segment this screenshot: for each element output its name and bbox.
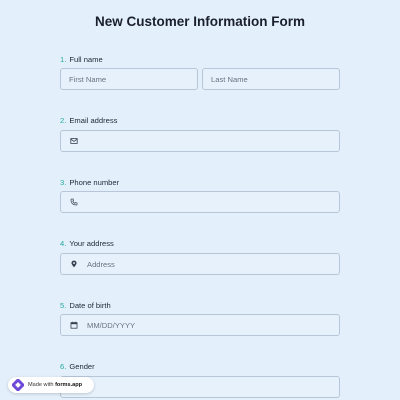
question-number: 1. — [60, 55, 67, 64]
question-label: Gender — [69, 362, 95, 371]
question-label: Date of birth — [69, 301, 111, 310]
dob-input[interactable]: MM/DD/YYYY — [60, 314, 340, 336]
envelope-icon — [69, 136, 79, 146]
calendar-icon — [69, 320, 79, 330]
badge-text: Made with forms.app — [28, 382, 82, 388]
question-full-name: 1. Full name — [60, 55, 103, 64]
gender-select[interactable] — [60, 376, 340, 398]
question-number: 2. — [60, 116, 67, 125]
address-placeholder: Address — [87, 259, 115, 269]
question-label: Email address — [69, 116, 118, 125]
phone-input[interactable] — [60, 191, 340, 213]
question-address: 4. Your address — [60, 239, 114, 248]
dob-placeholder: MM/DD/YYYY — [87, 320, 136, 330]
first-name-input[interactable]: First Name — [60, 68, 198, 90]
form-title: New Customer Information Form — [94, 14, 305, 29]
last-name-input[interactable]: Last Name — [202, 68, 340, 90]
question-number: 6. — [60, 362, 67, 371]
location-pin-icon — [69, 259, 79, 269]
badge-prefix: Made with — [28, 382, 54, 388]
question-number: 4. — [60, 239, 67, 248]
question-phone: 3. Phone number — [60, 178, 119, 187]
last-name-placeholder: Last Name — [211, 74, 248, 84]
badge-brand: forms.app — [55, 382, 83, 388]
question-label: Phone number — [69, 178, 120, 187]
question-email: 2. Email address — [60, 116, 117, 125]
phone-icon — [69, 197, 79, 207]
question-label: Full name — [69, 55, 103, 64]
question-number: 3. — [60, 178, 67, 187]
made-with-badge[interactable]: Made with forms.app — [8, 377, 94, 393]
question-number: 5. — [60, 301, 67, 310]
question-gender: 6. Gender — [60, 362, 95, 371]
forms-app-logo-icon — [12, 379, 24, 391]
address-input[interactable]: Address — [60, 253, 340, 275]
question-label: Your address — [69, 239, 114, 248]
email-input[interactable] — [60, 130, 340, 152]
question-dob: 5. Date of birth — [60, 301, 111, 310]
first-name-placeholder: First Name — [69, 74, 107, 84]
